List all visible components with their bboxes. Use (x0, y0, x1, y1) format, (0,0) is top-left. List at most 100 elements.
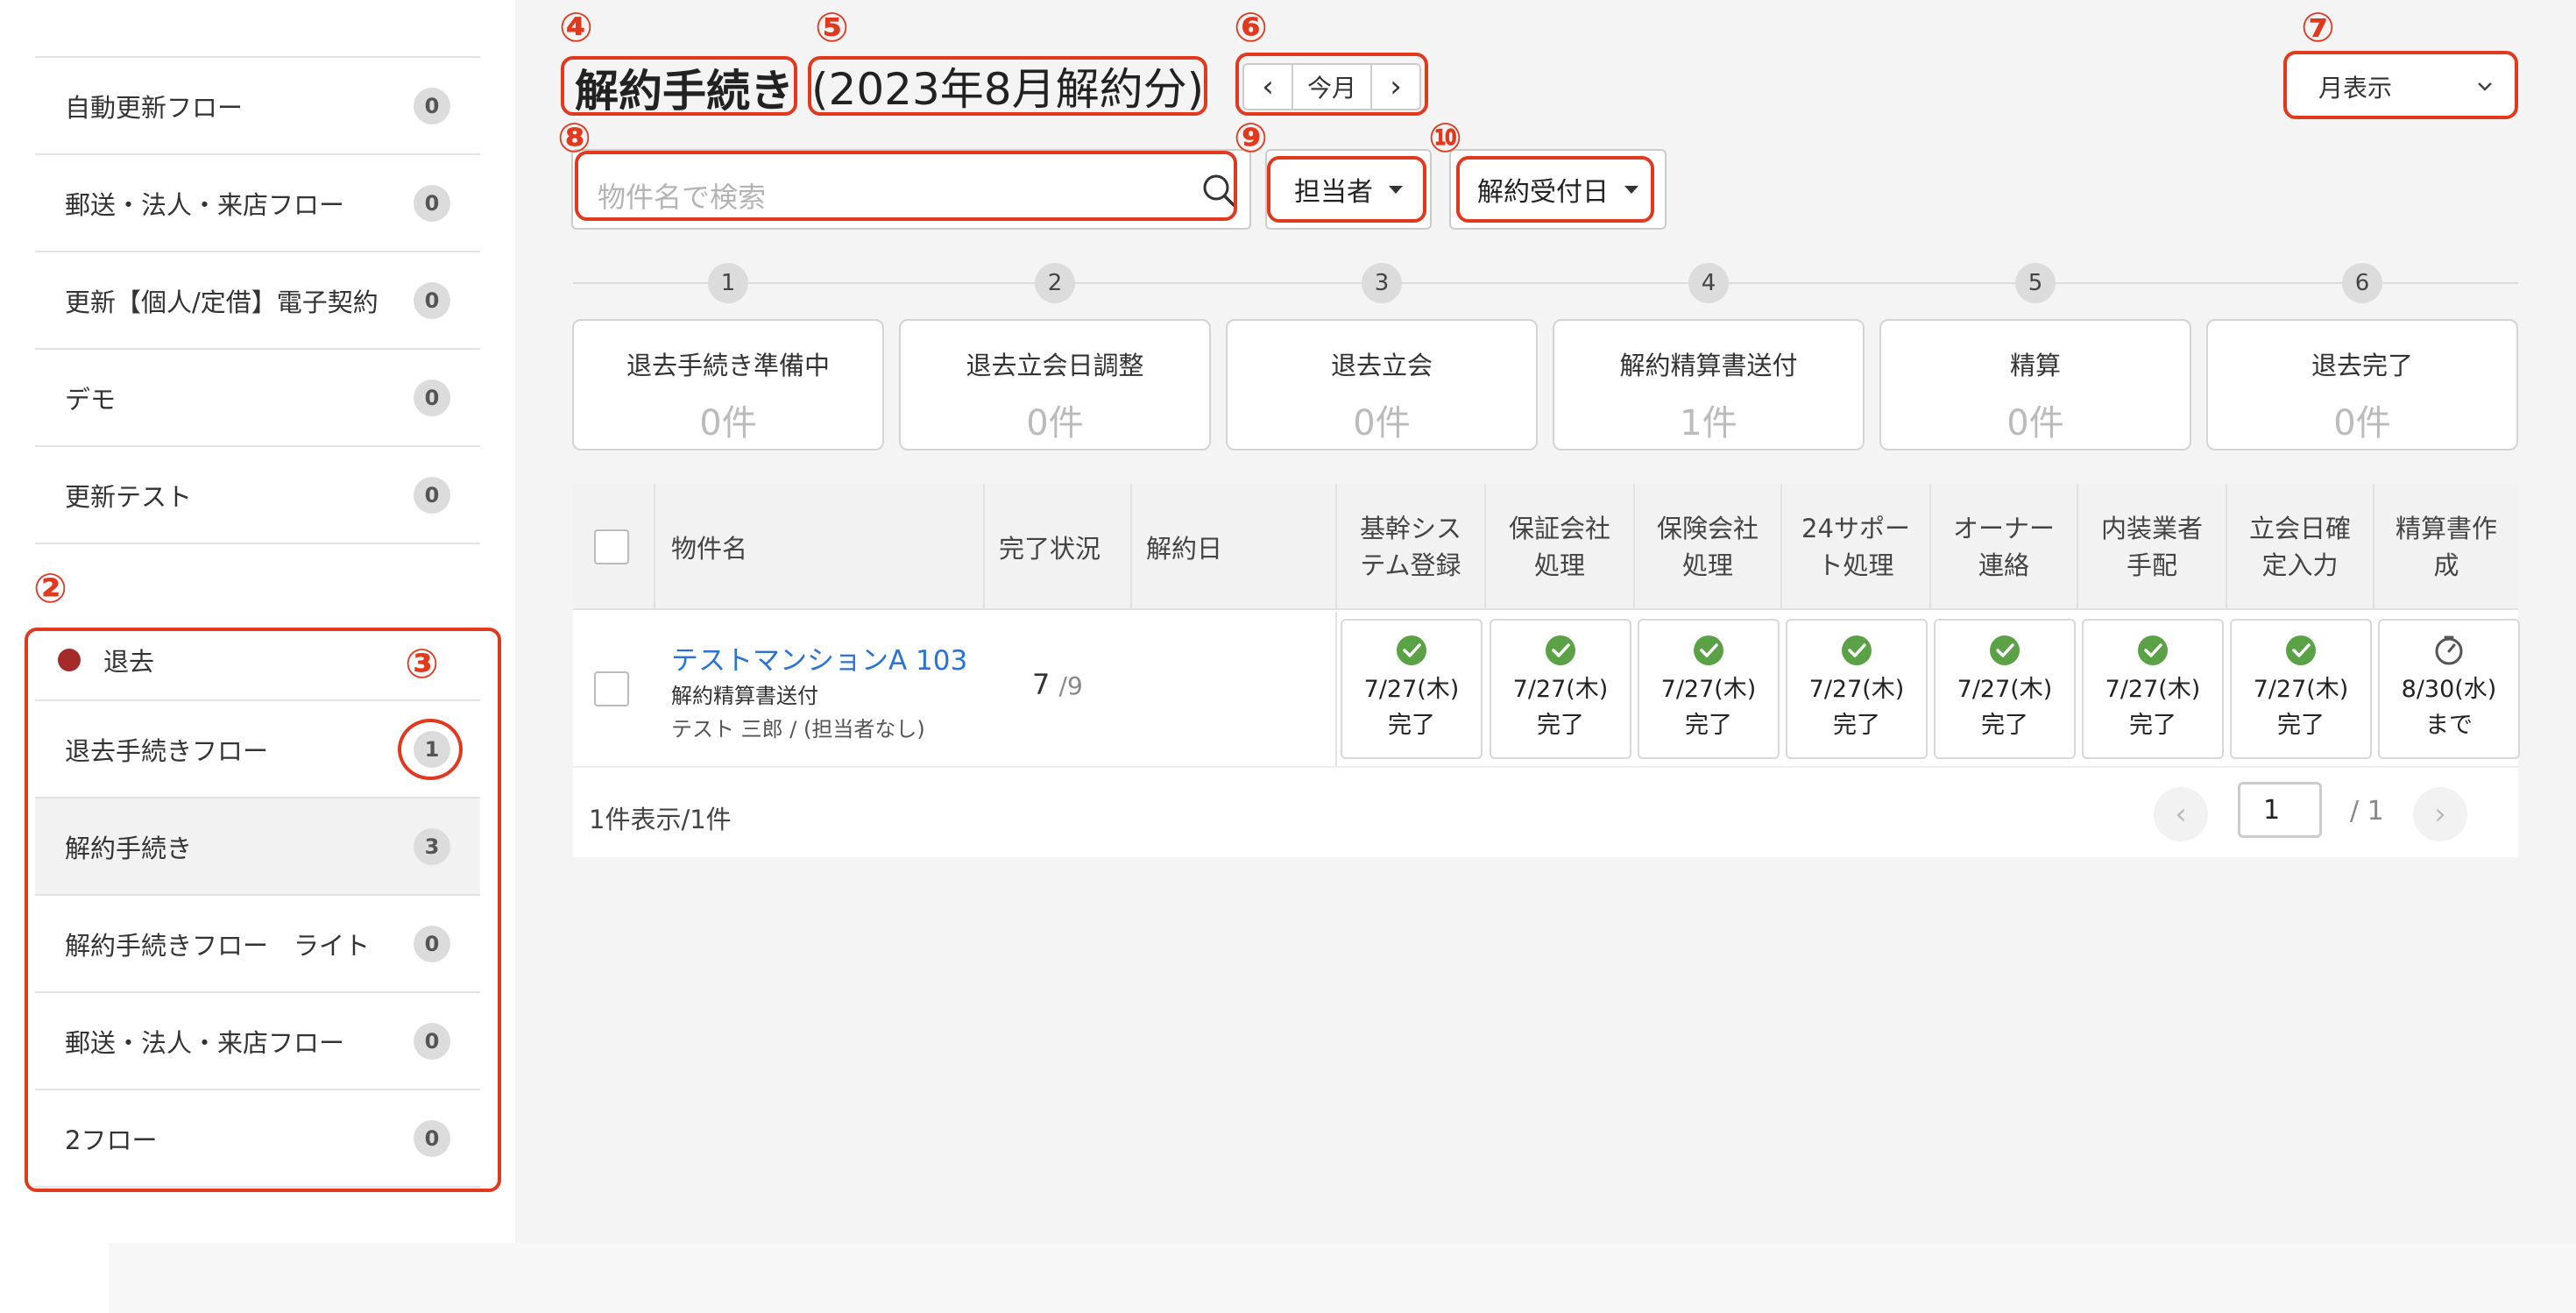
header-cancel-date[interactable]: 解約日 (1132, 484, 1337, 610)
sidebar-item-label: デモ (65, 384, 117, 415)
annotation-box-10 (1456, 156, 1654, 223)
task-state: 完了 (1537, 712, 1584, 739)
annotation-number-4: ④ (559, 4, 593, 51)
select-all-checkbox[interactable] (594, 529, 629, 564)
progress-status: 7 /9 (1032, 668, 1083, 701)
header-task: 精算書作成 (2374, 484, 2518, 610)
annotation-box-5 (808, 56, 1207, 116)
count-badge: 0 (414, 184, 450, 222)
task-cell[interactable]: 7/27(木) 完了 (1490, 619, 1631, 759)
count-badge: 0 (414, 87, 450, 124)
task-date: 7/27(木) (2105, 676, 2201, 703)
sidebar-item-demo[interactable]: デモ 0 (35, 350, 480, 447)
task-cell[interactable]: 7/27(木) 完了 (2230, 619, 2372, 759)
page-total: / 1 (2350, 796, 2384, 827)
annotation-number-7: ⑦ (2301, 4, 2335, 51)
check-circle-icon (1842, 635, 1872, 665)
step-number: 5 (2015, 263, 2056, 303)
task-cell[interactable]: 7/27(木) 完了 (1786, 619, 1928, 759)
header-task-line: 24サポー (1801, 514, 1910, 543)
column-divider (1335, 612, 1337, 766)
task-date: 7/27(木) (1660, 676, 1757, 703)
check-circle-icon (1694, 635, 1723, 665)
step-label: 退去立会 (1330, 351, 1433, 380)
property-table: 物件名 完了状況 解約日 基幹シス テム登録 保証会社 処理 保険会社 処理 24サポ… (573, 484, 2520, 766)
header-task-line: オーナー (1952, 514, 2055, 543)
step-label: 退去手続き準備中 (626, 351, 830, 380)
sidebar-item-mail-corp-store-flow[interactable]: 郵送・法人・来店フロー 0 (35, 155, 480, 252)
pagination-bar: 1件表示/1件 ‹ 1 / 1 › (573, 766, 2518, 857)
annotation-number-5: ⑤ (815, 4, 849, 51)
annotation-box-9 (1267, 156, 1426, 223)
step-number: 3 (1362, 263, 1402, 303)
annotation-number-3: ③ (405, 640, 439, 687)
task-cell[interactable]: 8/30(水) まで (2378, 619, 2520, 759)
result-count: 1件表示/1件 (589, 805, 732, 834)
task-state: 完了 (2129, 712, 2176, 739)
step-label: 退去完了 (2311, 351, 2413, 380)
step-card-inspection-scheduling[interactable]: 退去立会日調整 0件 (899, 319, 1211, 451)
header-property-name[interactable]: 物件名 (655, 484, 985, 610)
step-number: 2 (1035, 263, 1075, 303)
task-cell[interactable]: 7/27(木) 完了 (1934, 619, 2076, 759)
task-state: まで (2425, 712, 2473, 739)
task-date: 7/27(木) (1808, 676, 1905, 703)
annotation-number-6: ⑥ (1234, 4, 1268, 51)
count-badge: 0 (414, 281, 450, 319)
task-cell[interactable]: 7/27(木) 完了 (1341, 619, 1483, 759)
sidebar-item-renewal-e-contract[interactable]: 更新【個人/定借】電子契約 0 (35, 252, 480, 350)
prev-page-button[interactable]: ‹ (2154, 787, 2208, 841)
header-task-line: 定入力 (2261, 550, 2339, 580)
header-task-line: 立会日確 (2248, 514, 2351, 543)
annotation-number-2: ② (33, 564, 67, 612)
annotation-number-10: ⑩ (1428, 114, 1462, 161)
task-state: 完了 (1833, 712, 1880, 739)
step-count: 0件 (2333, 403, 2391, 444)
step-card-inspection[interactable]: 退去立会 0件 (1226, 319, 1538, 451)
sidebar-item-renewal-test[interactable]: 更新テスト 0 (35, 447, 480, 544)
count-badge: 0 (414, 476, 450, 514)
step-card-preparing[interactable]: 退去手続き準備中 0件 (572, 319, 884, 451)
next-page-button[interactable]: › (2413, 787, 2467, 841)
header-task: 立会日確 定入力 (2227, 484, 2374, 610)
step-card-settlement-sent[interactable]: 解約精算書送付 1件 (1553, 319, 1865, 451)
header-task: 内装業者 手配 (2078, 484, 2227, 610)
row-checkbox[interactable] (594, 671, 629, 706)
property-name-link[interactable]: テストマンションA 103 (671, 638, 967, 678)
header-task-line: 内装業者 (2100, 514, 2203, 543)
clock-icon (2435, 635, 2463, 665)
header-task-line: 成 (2433, 550, 2459, 580)
step-card-settlement[interactable]: 精算 0件 (1879, 319, 2191, 451)
header-task-line: 連絡 (1978, 550, 2029, 580)
task-date: 7/27(木) (1957, 676, 2053, 703)
check-circle-icon (2286, 635, 2316, 665)
step-count: 0件 (1353, 403, 1411, 444)
header-progress: 完了状況 (985, 484, 1132, 610)
property-status: 解約精算書送付 (671, 684, 818, 708)
task-cell[interactable]: 7/27(木) 完了 (2082, 619, 2224, 759)
task-date: 7/27(木) (2253, 676, 2349, 703)
header-task: オーナー 連絡 (1931, 484, 2078, 610)
task-date: 7/27(木) (1512, 676, 1609, 703)
header-task: 24サポー ト処理 (1782, 484, 1931, 610)
step-label: 精算 (2009, 351, 2061, 380)
check-circle-icon (1546, 635, 1575, 665)
step-number: 4 (1688, 263, 1729, 303)
sidebar-item-auto-renewal-flow[interactable]: 自動更新フロー 0 (35, 58, 480, 155)
header-task: 保証会社 処理 (1486, 484, 1635, 610)
annotation-box-2 (25, 628, 501, 1192)
annotation-box-3 (398, 719, 463, 780)
header-task-line: 処理 (1681, 550, 1733, 580)
steps-connector (573, 282, 2518, 284)
header-task-line: 基幹シス (1359, 514, 1461, 543)
step-card-moveout-complete[interactable]: 退去完了 0件 (2206, 319, 2518, 451)
page-number-input[interactable]: 1 (2238, 782, 2322, 838)
step-count: 0件 (699, 403, 757, 444)
header-task-line: 精算書作 (2395, 514, 2497, 543)
header-select-cell (573, 484, 655, 610)
step-count: 0件 (2006, 403, 2064, 444)
step-number: 1 (708, 263, 748, 303)
annotation-box-6 (1235, 53, 1428, 116)
header-task-line: 処理 (1533, 550, 1585, 580)
task-cell[interactable]: 7/27(木) 完了 (1638, 619, 1780, 759)
